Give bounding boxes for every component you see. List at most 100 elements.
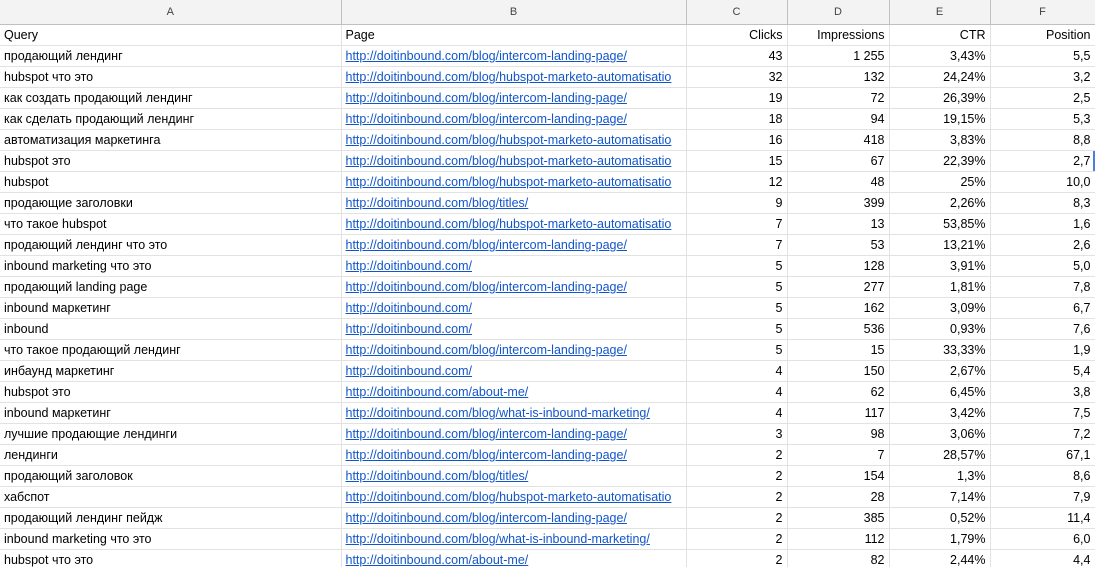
cell-clicks[interactable]: 43 <box>686 45 788 67</box>
cell-impressions[interactable]: 53 <box>787 234 890 256</box>
cell-query[interactable]: inbound маркетинг <box>0 297 342 319</box>
cell-impressions[interactable]: 98 <box>787 423 890 445</box>
cell-clicks[interactable]: 7 <box>686 213 788 235</box>
cell-ctr[interactable]: 6,45% <box>889 381 991 403</box>
cell-impressions[interactable]: 128 <box>787 255 890 277</box>
cell-query[interactable]: inbound marketing что это <box>0 255 342 277</box>
column-header-e[interactable]: E <box>889 0 991 25</box>
cell-query[interactable]: продающий лендинг <box>0 45 342 67</box>
cell-impressions[interactable]: 28 <box>787 486 890 508</box>
cell-position[interactable]: 2,5 <box>990 87 1095 109</box>
cell-clicks[interactable]: 5 <box>686 255 788 277</box>
cell-position[interactable]: 11,4 <box>990 507 1095 529</box>
cell-ctr[interactable]: 53,85% <box>889 213 991 235</box>
cell-position[interactable]: 3,2 <box>990 66 1095 88</box>
cell-page-link[interactable]: http://doitinbound.com/blog/intercom-lan… <box>341 507 687 529</box>
cell-ctr[interactable]: 26,39% <box>889 87 991 109</box>
cell-impressions[interactable]: 399 <box>787 192 890 214</box>
cell-ctr[interactable]: 0,93% <box>889 318 991 340</box>
cell-page-link[interactable]: http://doitinbound.com/blog/intercom-lan… <box>341 444 687 466</box>
cell-page-link[interactable]: http://doitinbound.com/ <box>341 318 687 340</box>
cell-impressions[interactable]: 1 255 <box>787 45 890 67</box>
cell-position[interactable]: 7,9 <box>990 486 1095 508</box>
cell-position[interactable]: 5,3 <box>990 108 1095 130</box>
cell-query[interactable]: hubspot <box>0 171 342 193</box>
cell-page-link[interactable]: http://doitinbound.com/blog/intercom-lan… <box>341 45 687 67</box>
cell-page-link[interactable]: http://doitinbound.com/blog/what-is-inbo… <box>341 528 687 550</box>
header-cell-clicks[interactable]: Clicks <box>686 24 788 46</box>
cell-impressions[interactable]: 385 <box>787 507 890 529</box>
cell-position[interactable]: 7,5 <box>990 402 1095 424</box>
cell-position[interactable]: 10,0 <box>990 171 1095 193</box>
cell-page-link[interactable]: http://doitinbound.com/blog/hubspot-mark… <box>341 213 687 235</box>
cell-clicks[interactable]: 4 <box>686 402 788 424</box>
cell-impressions[interactable]: 94 <box>787 108 890 130</box>
cell-query[interactable]: hubspot это <box>0 381 342 403</box>
cell-clicks[interactable]: 4 <box>686 381 788 403</box>
cell-impressions[interactable]: 117 <box>787 402 890 424</box>
cell-ctr[interactable]: 3,09% <box>889 297 991 319</box>
cell-ctr[interactable]: 13,21% <box>889 234 991 256</box>
cell-impressions[interactable]: 72 <box>787 87 890 109</box>
cell-ctr[interactable]: 25% <box>889 171 991 193</box>
cell-page-link[interactable]: http://doitinbound.com/blog/intercom-lan… <box>341 276 687 298</box>
cell-query[interactable]: hubspot это <box>0 150 342 172</box>
cell-query[interactable]: inbound <box>0 318 342 340</box>
cell-page-link[interactable]: http://doitinbound.com/ <box>341 360 687 382</box>
cell-ctr[interactable]: 2,44% <box>889 549 991 567</box>
cell-page-link[interactable]: http://doitinbound.com/about-me/ <box>341 381 687 403</box>
cell-query[interactable]: inbound маркетинг <box>0 402 342 424</box>
cell-ctr[interactable]: 19,15% <box>889 108 991 130</box>
cell-query[interactable]: hubspot что это <box>0 549 342 567</box>
cell-position[interactable]: 5,0 <box>990 255 1095 277</box>
cell-ctr[interactable]: 1,3% <box>889 465 991 487</box>
cell-page-link[interactable]: http://doitinbound.com/blog/intercom-lan… <box>341 423 687 445</box>
cell-position[interactable]: 67,1 <box>990 444 1095 466</box>
cell-query[interactable]: хабспот <box>0 486 342 508</box>
cell-page-link[interactable]: http://doitinbound.com/blog/hubspot-mark… <box>341 486 687 508</box>
cell-impressions[interactable]: 48 <box>787 171 890 193</box>
cell-clicks[interactable]: 16 <box>686 129 788 151</box>
cell-clicks[interactable]: 19 <box>686 87 788 109</box>
column-header-c[interactable]: C <box>686 0 788 25</box>
cell-ctr[interactable]: 24,24% <box>889 66 991 88</box>
cell-impressions[interactable]: 162 <box>787 297 890 319</box>
cell-impressions[interactable]: 62 <box>787 381 890 403</box>
cell-clicks[interactable]: 12 <box>686 171 788 193</box>
cell-clicks[interactable]: 5 <box>686 276 788 298</box>
cell-position[interactable]: 4,4 <box>990 549 1095 567</box>
cell-page-link[interactable]: http://doitinbound.com/blog/intercom-lan… <box>341 339 687 361</box>
column-header-f[interactable]: F <box>990 0 1095 25</box>
cell-clicks[interactable]: 5 <box>686 297 788 319</box>
cell-impressions[interactable]: 15 <box>787 339 890 361</box>
cell-impressions[interactable]: 418 <box>787 129 890 151</box>
column-header-b[interactable]: B <box>341 0 687 25</box>
cell-impressions[interactable]: 112 <box>787 528 890 550</box>
cell-position[interactable]: 5,4 <box>990 360 1095 382</box>
cell-ctr[interactable]: 3,83% <box>889 129 991 151</box>
cell-query[interactable]: как создать продающий лендинг <box>0 87 342 109</box>
cell-clicks[interactable]: 2 <box>686 486 788 508</box>
cell-query[interactable]: автоматизация маркетинга <box>0 129 342 151</box>
cell-page-link[interactable]: http://doitinbound.com/blog/titles/ <box>341 465 687 487</box>
cell-page-link[interactable]: http://doitinbound.com/blog/hubspot-mark… <box>341 150 687 172</box>
cell-impressions[interactable]: 536 <box>787 318 890 340</box>
cell-query[interactable]: inbound marketing что это <box>0 528 342 550</box>
cell-query[interactable]: что такое продающий лендинг <box>0 339 342 361</box>
cell-position[interactable]: 2,7 <box>990 150 1095 172</box>
cell-query[interactable]: продающий заголовок <box>0 465 342 487</box>
header-cell-impressions[interactable]: Impressions <box>787 24 890 46</box>
cell-query[interactable]: продающий лендинг пейдж <box>0 507 342 529</box>
cell-ctr[interactable]: 22,39% <box>889 150 991 172</box>
cell-page-link[interactable]: http://doitinbound.com/blog/hubspot-mark… <box>341 129 687 151</box>
cell-clicks[interactable]: 2 <box>686 465 788 487</box>
cell-impressions[interactable]: 150 <box>787 360 890 382</box>
cell-clicks[interactable]: 15 <box>686 150 788 172</box>
cell-clicks[interactable]: 2 <box>686 528 788 550</box>
cell-clicks[interactable]: 3 <box>686 423 788 445</box>
header-cell-query[interactable]: Query <box>0 24 342 46</box>
cell-ctr[interactable]: 2,26% <box>889 192 991 214</box>
cell-ctr[interactable]: 33,33% <box>889 339 991 361</box>
cell-position[interactable]: 7,2 <box>990 423 1095 445</box>
cell-ctr[interactable]: 3,43% <box>889 45 991 67</box>
